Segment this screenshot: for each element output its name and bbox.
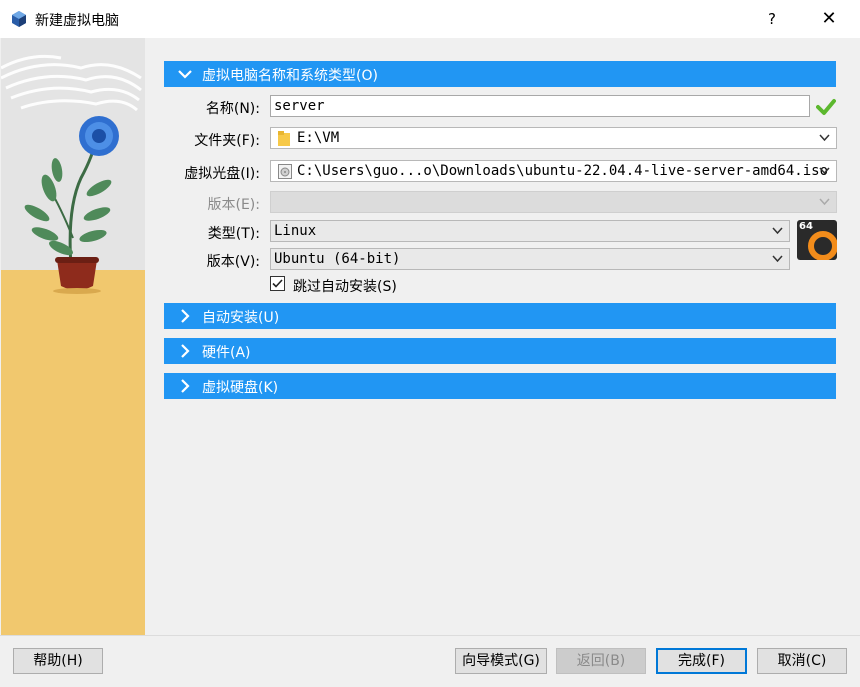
- virtualbox-app-icon: [12, 11, 26, 27]
- finish-button[interactable]: 完成(F): [656, 648, 747, 674]
- chevron-down-icon: [772, 227, 783, 235]
- section-hard-disk[interactable]: 虚拟硬盘(K): [164, 373, 836, 399]
- section-unattended[interactable]: 自动安装(U): [164, 303, 836, 329]
- edition-label: 版本(E):: [207, 197, 261, 213]
- section-hardware-label: 硬件(A): [202, 345, 251, 361]
- title-bar: 新建虚拟电脑 ? ✕: [0, 0, 860, 38]
- cancel-button[interactable]: 取消(C): [757, 648, 847, 674]
- chevron-down-icon: [819, 134, 830, 142]
- iso-value: C:\Users\guo...o\Downloads\ubuntu-22.04.…: [297, 163, 829, 179]
- folder-icon: [278, 131, 290, 146]
- chevron-down-icon: [819, 167, 830, 175]
- close-button[interactable]: ✕: [814, 6, 844, 32]
- folder-label: 文件夹(F):: [194, 133, 260, 149]
- name-input[interactable]: server: [270, 95, 810, 117]
- optical-disc-icon: [278, 164, 292, 179]
- wizard-illustration: [1, 38, 145, 635]
- iso-label: 虚拟光盘(I):: [184, 166, 260, 182]
- valid-check-icon: [816, 99, 836, 115]
- folder-select[interactable]: E:\VM: [270, 127, 837, 149]
- ubuntu-logo-icon: 64: [797, 220, 837, 260]
- iso-select[interactable]: C:\Users\guo...o\Downloads\ubuntu-22.04.…: [270, 160, 837, 182]
- section-hard-disk-label: 虚拟硬盘(K): [202, 380, 279, 396]
- section-name-os[interactable]: 虚拟电脑名称和系统类型(O): [164, 61, 836, 87]
- arch-badge: 64: [799, 221, 813, 232]
- type-label: 类型(T):: [207, 226, 260, 242]
- help-button[interactable]: ?: [760, 6, 784, 32]
- version-select[interactable]: Ubuntu (64-bit): [270, 248, 790, 270]
- guided-mode-button[interactable]: 向导模式(G): [455, 648, 547, 674]
- button-bar: 帮助(H) 向导模式(G) 返回(B) 完成(F) 取消(C): [0, 635, 860, 687]
- back-button[interactable]: 返回(B): [556, 648, 646, 674]
- skip-unattended-checkbox[interactable]: [270, 276, 285, 291]
- help-footer-button[interactable]: 帮助(H): [13, 648, 103, 674]
- folder-value: E:\VM: [297, 130, 340, 146]
- new-vm-dialog: 虚拟电脑名称和系统类型(O) 名称(N): server 文件夹(F): E:\…: [0, 38, 860, 687]
- edition-select: [270, 191, 837, 213]
- name-value: server: [274, 98, 325, 114]
- chevron-down-icon: [819, 198, 830, 206]
- chevron-down-icon: [772, 255, 783, 263]
- name-label: 名称(N):: [205, 101, 260, 117]
- section-name-os-label: 虚拟电脑名称和系统类型(O): [202, 68, 378, 84]
- version-label: 版本(V):: [206, 254, 260, 270]
- version-value: Ubuntu (64-bit): [274, 251, 401, 267]
- chevron-right-icon: [181, 379, 190, 393]
- type-value: Linux: [274, 223, 317, 239]
- window-title: 新建虚拟电脑: [35, 13, 119, 29]
- section-hardware[interactable]: 硬件(A): [164, 338, 836, 364]
- type-select[interactable]: Linux: [270, 220, 790, 242]
- checkmark-icon: [272, 279, 283, 288]
- chevron-right-icon: [181, 309, 190, 323]
- chevron-down-icon: [178, 70, 192, 79]
- skip-unattended-label[interactable]: 跳过自动安装(S): [293, 276, 397, 296]
- chevron-right-icon: [181, 344, 190, 358]
- section-unattended-label: 自动安装(U): [202, 310, 280, 326]
